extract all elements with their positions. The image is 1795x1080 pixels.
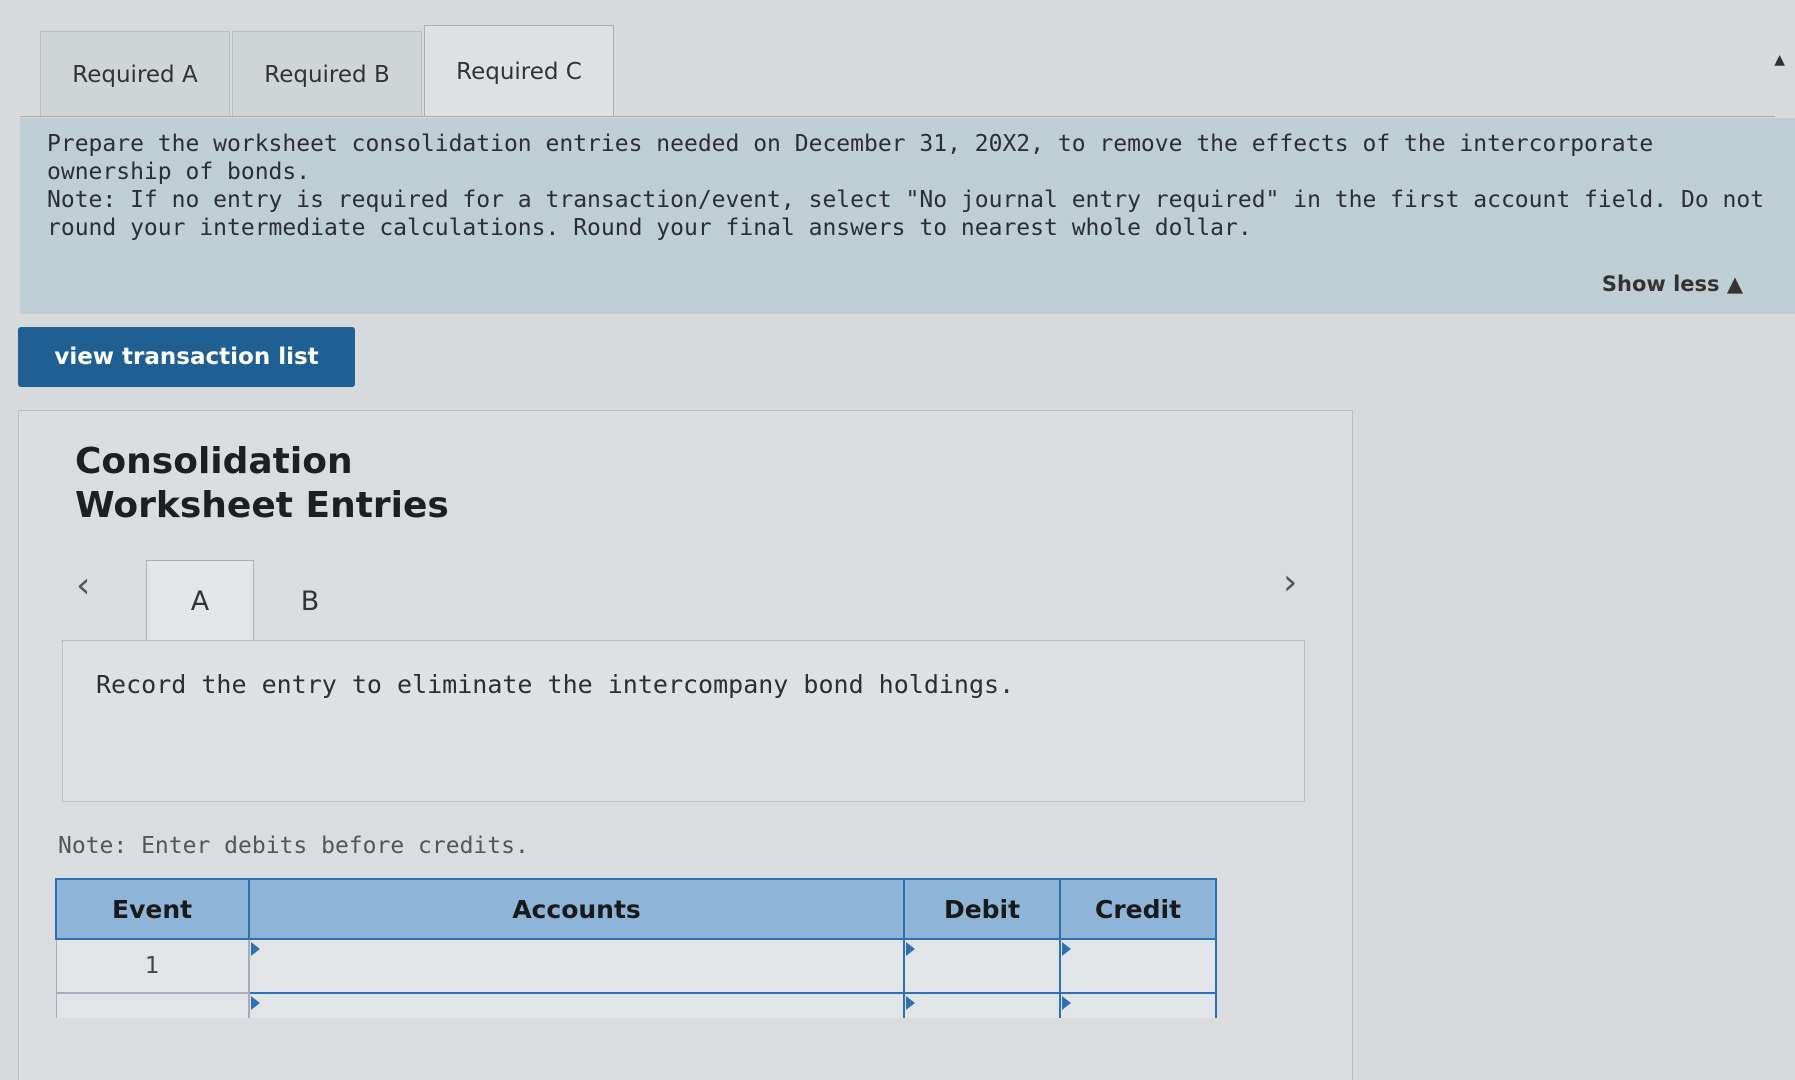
debit-input[interactable] (903, 938, 1061, 994)
instructions-note: Note: If no entry is required for a tran… (47, 187, 1765, 241)
tab-required-b[interactable]: Required B (232, 31, 422, 117)
table-row (55, 992, 1217, 1018)
header-debit: Debit (903, 878, 1061, 940)
cell-marker-icon (251, 942, 260, 956)
header-event: Event (55, 878, 250, 940)
requirement-tabs: Required A Required B Required C (40, 25, 616, 117)
entry-tab-b[interactable]: B (256, 560, 364, 642)
credit-input[interactable] (1059, 938, 1217, 994)
cell-marker-icon (906, 996, 915, 1010)
instructions-text: Prepare the worksheet consolidation entr… (47, 131, 1654, 185)
cell-marker-icon (1062, 996, 1071, 1010)
entry-tab-a[interactable]: A (146, 560, 254, 642)
cell-marker-icon (251, 996, 260, 1010)
account-input[interactable] (248, 992, 905, 1018)
instructions-panel: Prepare the worksheet consolidation entr… (20, 118, 1795, 314)
header-credit: Credit (1059, 878, 1217, 940)
chevron-left-icon[interactable]: ‹ (76, 565, 90, 606)
tab-required-c[interactable]: Required C (424, 25, 614, 117)
show-less-toggle[interactable]: Show less ▲ (1602, 272, 1743, 296)
header-accounts: Accounts (248, 878, 905, 940)
view-transaction-list-button[interactable]: view transaction list (18, 327, 355, 387)
panel-title-line2: Worksheet Entries (75, 485, 449, 526)
debits-note: Note: Enter debits before credits. (58, 833, 529, 859)
scroll-up-icon[interactable]: ▲ (1774, 52, 1785, 68)
cell-marker-icon (906, 942, 915, 956)
cell-marker-icon (1062, 942, 1071, 956)
event-cell: 1 (55, 938, 250, 994)
table-row: 1 (55, 938, 1217, 994)
debit-input[interactable] (903, 992, 1061, 1018)
account-input[interactable] (248, 938, 905, 994)
chevron-right-icon[interactable]: › (1283, 562, 1297, 603)
credit-input[interactable] (1059, 992, 1217, 1018)
panel-title-line1: Consolidation (75, 441, 353, 482)
tab-required-a[interactable]: Required A (40, 31, 230, 117)
panel-title: Consolidation Worksheet Entries (75, 440, 575, 528)
journal-entry-table: Event Accounts Debit Credit 1 (55, 878, 1217, 1018)
event-cell (55, 992, 250, 1018)
entry-instruction-box (62, 640, 1305, 802)
entry-instruction-text: Record the entry to eliminate the interc… (96, 670, 1015, 699)
tab-divider (20, 116, 1775, 117)
